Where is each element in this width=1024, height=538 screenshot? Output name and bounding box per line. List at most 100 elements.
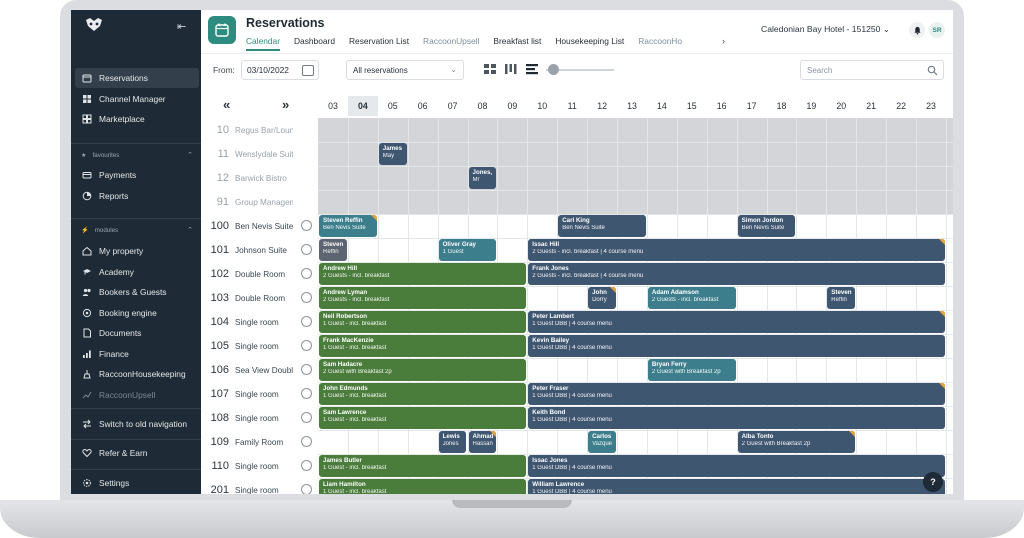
room-row-label[interactable]: 201 Single room (201, 478, 318, 494)
sidebar-item-switch-to-old-navigation[interactable]: Switch to old navigation (75, 414, 199, 434)
reservation-block[interactable]: James May (378, 143, 407, 165)
room-row-label[interactable]: 109 Family Room (201, 430, 318, 454)
sidebar-item-payments[interactable]: Payments (75, 165, 199, 185)
reservation-block[interactable]: Steven Reffin (319, 239, 347, 261)
next-period-button[interactable]: » (282, 97, 289, 112)
sidebar-item-refer-earn[interactable]: Refer & Earn (75, 443, 199, 463)
room-info-icon[interactable] (301, 484, 312, 494)
notification-bell-icon[interactable] (909, 22, 925, 38)
room-row-label[interactable]: 11 Wenslydale Suite (201, 142, 318, 166)
from-date-input[interactable]: 03/10/2022 (241, 60, 319, 80)
room-row-label[interactable]: 106 Sea View Double (201, 358, 318, 382)
sidebar-item-raccoonupsell[interactable]: RaccoonUpsell (75, 385, 199, 405)
sidebar-item-reservations[interactable]: Reservations (75, 68, 199, 88)
reservation-block[interactable]: William Lawrence 1 Guest DBB | 4 course m… (528, 479, 945, 494)
list-view-icon[interactable] (525, 63, 539, 75)
previous-period-button[interactable]: « (223, 97, 230, 112)
sidebar-item-finance[interactable]: Finance (75, 344, 199, 364)
room-info-icon[interactable] (301, 460, 312, 471)
reservation-block[interactable]: John Dorry (588, 287, 616, 309)
room-row-label[interactable]: 108 Single room (201, 406, 318, 430)
booking-grid[interactable]: James May Jones, Mr Steven Reffin Ben Nevis S… (318, 118, 953, 494)
hotel-selector[interactable]: Caledonian Bay Hotel - 151250 ⌄ (761, 24, 890, 35)
tabs-more-chevron-icon[interactable]: › (722, 36, 725, 46)
reservation-block[interactable]: Steven Reffin Ben Nevis Suite (319, 215, 377, 237)
sidebar-section-header[interactable]: ★ favourites ⌃ (81, 151, 193, 160)
collapse-menu-icon[interactable]: ⇤ (177, 22, 186, 33)
room-row-label[interactable]: 102 Double Room (201, 262, 318, 286)
calendar-picker-icon[interactable] (302, 65, 314, 76)
tab-raccoonho[interactable]: RaccoonHo (638, 36, 682, 51)
reservation-block[interactable]: Carlos Vazque (588, 431, 616, 453)
reservation-block[interactable]: Kevin Bailey 1 Guest DBB | 4 course menu (528, 335, 945, 357)
reservation-block[interactable]: Ahmad Hassan (468, 431, 497, 453)
tab-housekeeping-list[interactable]: Housekeeping List (555, 36, 624, 51)
sidebar-section-header[interactable]: ⚡ modules ⌃ (81, 226, 193, 235)
reservation-block[interactable]: Frank Jones 2 Guests - incl. breakfast | … (528, 263, 945, 285)
sidebar-item-documents[interactable]: Documents (75, 323, 199, 343)
room-info-icon[interactable] (301, 292, 312, 303)
sidebar-item-academy[interactable]: Academy (75, 262, 199, 282)
reservation-block[interactable]: Adam Adamson 2 Guests - incl. breakfast (647, 287, 736, 309)
room-row-label[interactable]: 10 Regus Bar/Lounge (201, 118, 318, 142)
reservation-block[interactable]: Andrew Hill 2 Guests - incl. breakfast (319, 263, 527, 285)
reservation-block[interactable]: Alba Tonto 2 Guest with Breakfast 2p (737, 431, 856, 453)
column-view-icon[interactable] (504, 63, 518, 75)
reservation-filter-select[interactable]: All reservations ⌄ (346, 60, 464, 80)
reservation-block[interactable]: Peter Lambert 1 Guest DBB | 4 course menu (528, 311, 945, 333)
raccoon-logo-icon[interactable] (85, 18, 103, 32)
sidebar-item-bookers-guests[interactable]: Bookers & Guests (75, 282, 199, 302)
tab-reservation-list[interactable]: Reservation List (349, 36, 409, 51)
room-row-label[interactable]: 105 Single room (201, 334, 318, 358)
reservation-block[interactable]: Simon Jordon Ben Nevis Suite (737, 215, 796, 237)
tab-calendar[interactable]: Calendar (246, 36, 280, 51)
room-row-label[interactable]: 110 Single room (201, 454, 318, 478)
reservation-block[interactable]: Jones, Mr (468, 167, 497, 189)
reservation-block[interactable]: Sam Hadacre 2 Guest with Breakfast 2p (319, 359, 527, 381)
reservation-block[interactable]: James Butler 1 Guest - incl. breakfast (319, 455, 527, 477)
room-info-icon[interactable] (301, 244, 312, 255)
reservation-block[interactable]: Peter Fraser 1 Guest DBB | 4 course menu (528, 383, 945, 405)
room-row-label[interactable]: 101 Johnson Suite (201, 238, 318, 262)
room-row-label[interactable]: 100 Ben Nevis Suite (201, 214, 318, 238)
sidebar-item-channel-manager[interactable]: Channel Manager (75, 89, 199, 109)
room-info-icon[interactable] (301, 436, 312, 447)
room-row-label[interactable]: 103 Double Room (201, 286, 318, 310)
room-info-icon[interactable] (301, 268, 312, 279)
room-row-label[interactable]: 104 Single room (201, 310, 318, 334)
sidebar-item-marketplace[interactable]: Marketplace (75, 109, 199, 129)
tab-breakfast-list[interactable]: Breakfast list (493, 36, 541, 51)
room-row-label[interactable]: 107 Single room (201, 382, 318, 406)
reservation-block[interactable]: Lewis Jones (438, 431, 467, 453)
tab-dashboard[interactable]: Dashboard (294, 36, 335, 51)
room-info-icon[interactable] (301, 364, 312, 375)
room-row-label[interactable]: 91 Group Management (201, 190, 318, 214)
room-info-icon[interactable] (301, 220, 312, 231)
reservation-block[interactable]: Frank MacKenzie 1 Guest - incl. breakfast (319, 335, 527, 357)
sidebar-item-booking-engine[interactable]: Booking engine (75, 303, 199, 323)
tab-raccoonupsell[interactable]: RaccoonUpsell (423, 36, 479, 51)
reservation-block[interactable]: Andrew Lyman 2 Guests - incl. breakfast (319, 287, 527, 309)
reservation-block[interactable]: Liam Hamilton 1 Guest - incl. breakfast (319, 479, 527, 494)
reservation-block[interactable]: John Edmunds 1 Guest - incl. breakfast (319, 383, 527, 405)
reservation-block[interactable]: Bryan Ferry 2 Guest with Breakfast 2p (647, 359, 736, 381)
room-info-icon[interactable] (301, 412, 312, 423)
user-avatar[interactable]: SR (929, 22, 945, 38)
grid-view-icon[interactable] (483, 63, 497, 75)
room-row-label[interactable]: 12 Barwick Bistro (201, 166, 318, 190)
reservation-block[interactable]: Sam Lawrence 1 Guest - incl. breakfast (319, 407, 527, 429)
room-info-icon[interactable] (301, 388, 312, 399)
reservation-block[interactable]: Steven Reffin (827, 287, 856, 309)
room-info-icon[interactable] (301, 316, 312, 327)
search-input[interactable]: Search (800, 60, 944, 80)
room-info-icon[interactable] (301, 340, 312, 351)
reservation-block[interactable]: Carl King Ben Nevis Suite (558, 215, 646, 237)
reservation-block[interactable]: Oliver Gray 1 Guest (438, 239, 497, 261)
reservation-block[interactable]: Neil Robertson 1 Guest - incl. breakfast (319, 311, 527, 333)
reservation-block[interactable]: Issac Jones 1 Guest DBB | 4 course menu (528, 455, 945, 477)
help-button[interactable]: ? (923, 472, 943, 492)
zoom-slider-thumb[interactable] (548, 64, 559, 75)
sidebar-item-my-property[interactable]: My property (75, 241, 199, 261)
sidebar-item-raccoonhousekeeping[interactable]: RaccoonHousekeeping (75, 364, 199, 384)
sidebar-item-settings[interactable]: Settings (75, 473, 199, 493)
